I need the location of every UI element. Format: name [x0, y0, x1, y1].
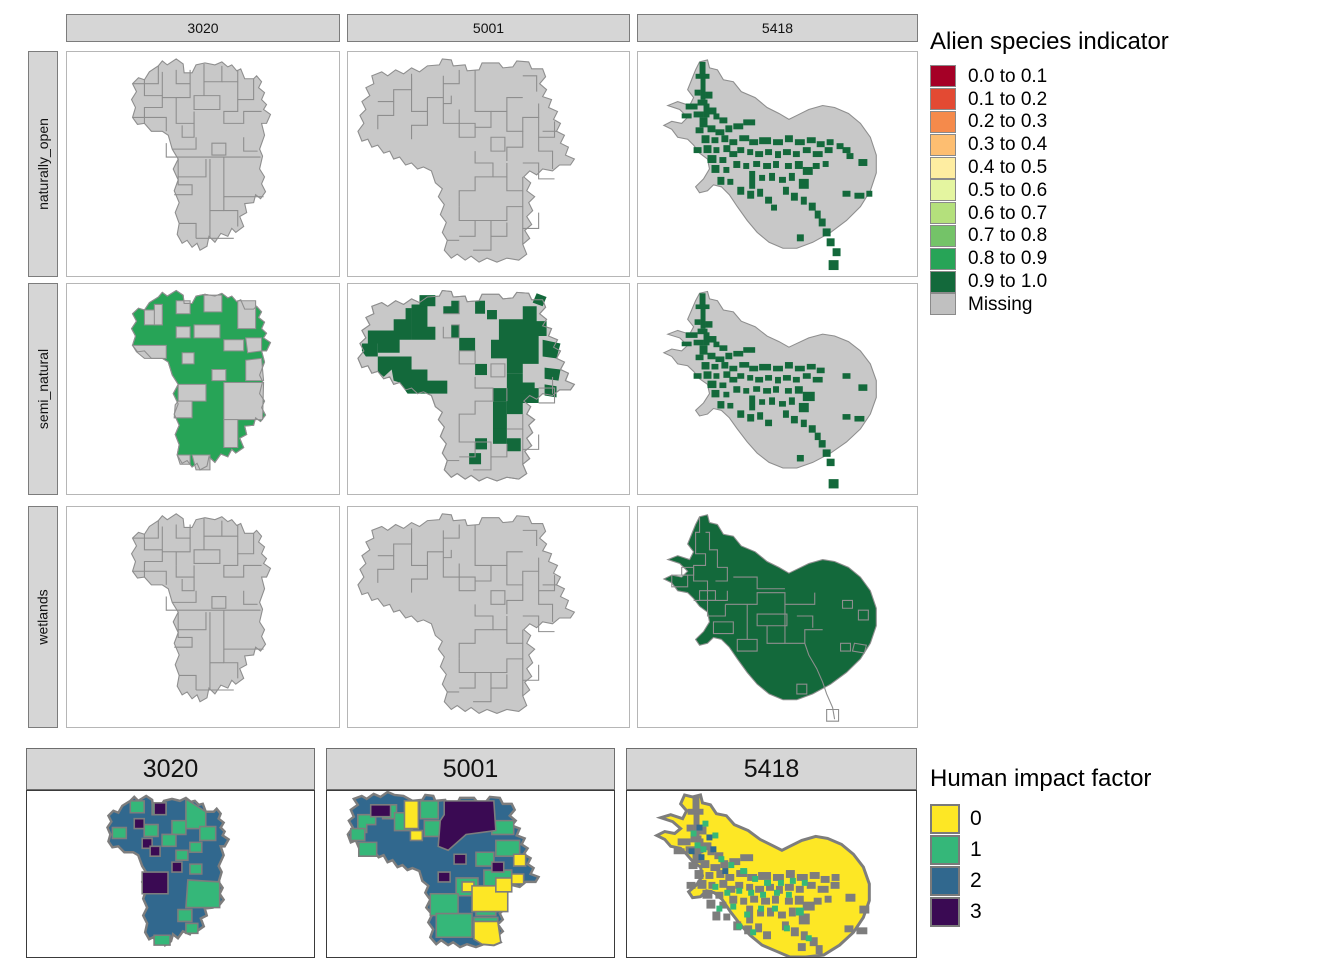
bottom-col-header-3020-label: 3020: [142, 754, 199, 783]
legend-human-label-2: 2: [970, 869, 982, 892]
legend-alien-swatch-6: [930, 202, 956, 225]
legend-alien-item-10[interactable]: Missing: [930, 293, 1270, 316]
legend-alien-item-1[interactable]: 0.1 to 0.2: [930, 88, 1270, 111]
legend-alien-label-9: 0.9 to 1.0: [968, 271, 1048, 293]
top-row-header-naturally-open-label: naturally_open: [35, 118, 52, 210]
legend-alien-swatch-5: [930, 179, 956, 202]
top-row-header-naturally-open: naturally_open: [28, 51, 58, 277]
panel-semi-natural-5001[interactable]: [347, 283, 630, 495]
legend-alien-label-7: 0.7 to 0.8: [968, 225, 1048, 247]
panel-naturally-open-3020[interactable]: [66, 51, 340, 277]
legend-alien-title: Alien species indicator: [930, 28, 1169, 55]
legend-human-swatch-3: [930, 896, 960, 927]
legend-alien-item-0[interactable]: 0.0 to 0.1: [930, 65, 1270, 88]
legend-alien-species-indicator: Alien species indicator 0.0 to 0.1 0.1 t…: [930, 28, 1270, 316]
map-5418-human-impact: [653, 793, 871, 957]
top-row-header-wetlands: wetlands: [28, 506, 58, 728]
legend-alien-swatch-3: [930, 133, 956, 156]
legend-alien-label-3: 0.3 to 0.4: [968, 134, 1048, 156]
map-5001-human-impact: [346, 791, 541, 949]
map-5418-wetlands: [662, 514, 877, 722]
map-3020-wetlands: [130, 513, 272, 703]
bottom-col-header-5418-label: 5418: [743, 754, 800, 783]
legend-alien-item-4[interactable]: 0.4 to 0.5: [930, 156, 1270, 179]
legend-alien-swatch-8: [930, 247, 956, 270]
legend-alien-label-4: 0.4 to 0.5: [968, 157, 1048, 179]
top-row-header-wetlands-label: wetlands: [35, 589, 52, 645]
legend-alien-item-3[interactable]: 0.3 to 0.4: [930, 133, 1270, 156]
legend-alien-item-2[interactable]: 0.2 to 0.3: [930, 110, 1270, 134]
legend-alien-label-2: 0.2 to 0.3: [968, 111, 1048, 133]
panel-wetlands-3020[interactable]: [66, 506, 340, 728]
top-col-header-5001: 5001: [347, 14, 630, 42]
legend-alien-swatch-9: [930, 270, 956, 293]
panel-human-impact-5001[interactable]: [326, 790, 615, 958]
legend-alien-label-1: 0.1 to 0.2: [968, 88, 1048, 110]
legend-human-label-0: 0: [970, 807, 982, 830]
legend-human-item-3[interactable]: 3: [930, 896, 1260, 927]
legend-alien-item-5[interactable]: 0.5 to 0.6: [930, 179, 1270, 202]
top-col-header-5418-label: 5418: [761, 20, 794, 36]
legend-human-swatch-1: [930, 834, 960, 865]
panel-semi-natural-3020[interactable]: [66, 283, 340, 495]
map-5418-naturally-open: [662, 59, 877, 271]
top-col-header-5418: 5418: [637, 14, 918, 42]
top-col-header-3020: 3020: [66, 14, 340, 42]
panel-semi-natural-5418[interactable]: [637, 283, 918, 495]
legend-human-item-0[interactable]: 0: [930, 803, 1260, 834]
legend-human-item-1[interactable]: 1: [930, 834, 1260, 865]
top-row-header-semi-natural-label: semi_natural: [35, 348, 51, 430]
legend-alien-swatch-10: [930, 293, 956, 316]
legend-alien-label-6: 0.6 to 0.7: [968, 202, 1048, 224]
top-col-header-5001-label: 5001: [472, 20, 505, 36]
legend-alien-swatch-7: [930, 224, 956, 247]
legend-alien-label-5: 0.5 to 0.6: [968, 179, 1048, 201]
panel-naturally-open-5001[interactable]: [347, 51, 630, 277]
map-3020-human-impact: [106, 794, 231, 947]
legend-alien-swatch-0: [930, 65, 956, 88]
panel-human-impact-3020[interactable]: [26, 790, 315, 958]
top-row-header-semi-natural: semi_natural: [28, 283, 58, 495]
map-5001-wetlands: [357, 513, 576, 714]
legend-human-label-3: 3: [970, 900, 982, 923]
legend-alien-swatch-2: [930, 110, 956, 133]
bottom-col-header-5418: 5418: [626, 748, 917, 790]
legend-alien-label-8: 0.8 to 0.9: [968, 248, 1048, 270]
legend-human-impact-factor: Human impact factor 0 1 2 3: [930, 765, 1260, 927]
panel-wetlands-5418[interactable]: [637, 506, 918, 728]
panel-wetlands-5001[interactable]: [347, 506, 630, 728]
legend-human-swatch-0: [930, 803, 960, 834]
legend-human-title: Human impact factor: [930, 765, 1152, 792]
legend-alien-item-8[interactable]: 0.8 to 0.9: [930, 247, 1270, 270]
map-5001-semi-natural: [357, 289, 576, 482]
legend-human-label-1: 1: [970, 838, 982, 861]
legend-human-item-2[interactable]: 2: [930, 865, 1260, 896]
legend-alien-item-9[interactable]: 0.9 to 1.0: [930, 270, 1270, 293]
legend-alien-label-10: Missing: [968, 293, 1033, 315]
legend-alien-item-6[interactable]: 0.6 to 0.7: [930, 202, 1270, 225]
bottom-col-header-5001: 5001: [326, 748, 615, 790]
map-3020-naturally-open: [130, 58, 272, 252]
panel-naturally-open-5418[interactable]: [637, 51, 918, 277]
panel-human-impact-5418[interactable]: [626, 790, 917, 958]
legend-human-swatch-2: [930, 865, 960, 896]
bottom-col-header-5001-label: 5001: [442, 754, 499, 783]
legend-alien-item-7[interactable]: 0.7 to 0.8: [930, 224, 1270, 248]
map-5418-semi-natural: [662, 290, 877, 489]
top-col-header-3020-label: 3020: [187, 20, 219, 36]
bottom-col-header-3020: 3020: [26, 748, 315, 790]
map-3020-semi-natural: [130, 289, 272, 471]
legend-alien-swatch-4: [930, 156, 956, 179]
legend-alien-label-0: 0.0 to 0.1: [968, 65, 1048, 87]
legend-alien-swatch-1: [930, 88, 956, 111]
map-5001-naturally-open: [357, 58, 576, 263]
